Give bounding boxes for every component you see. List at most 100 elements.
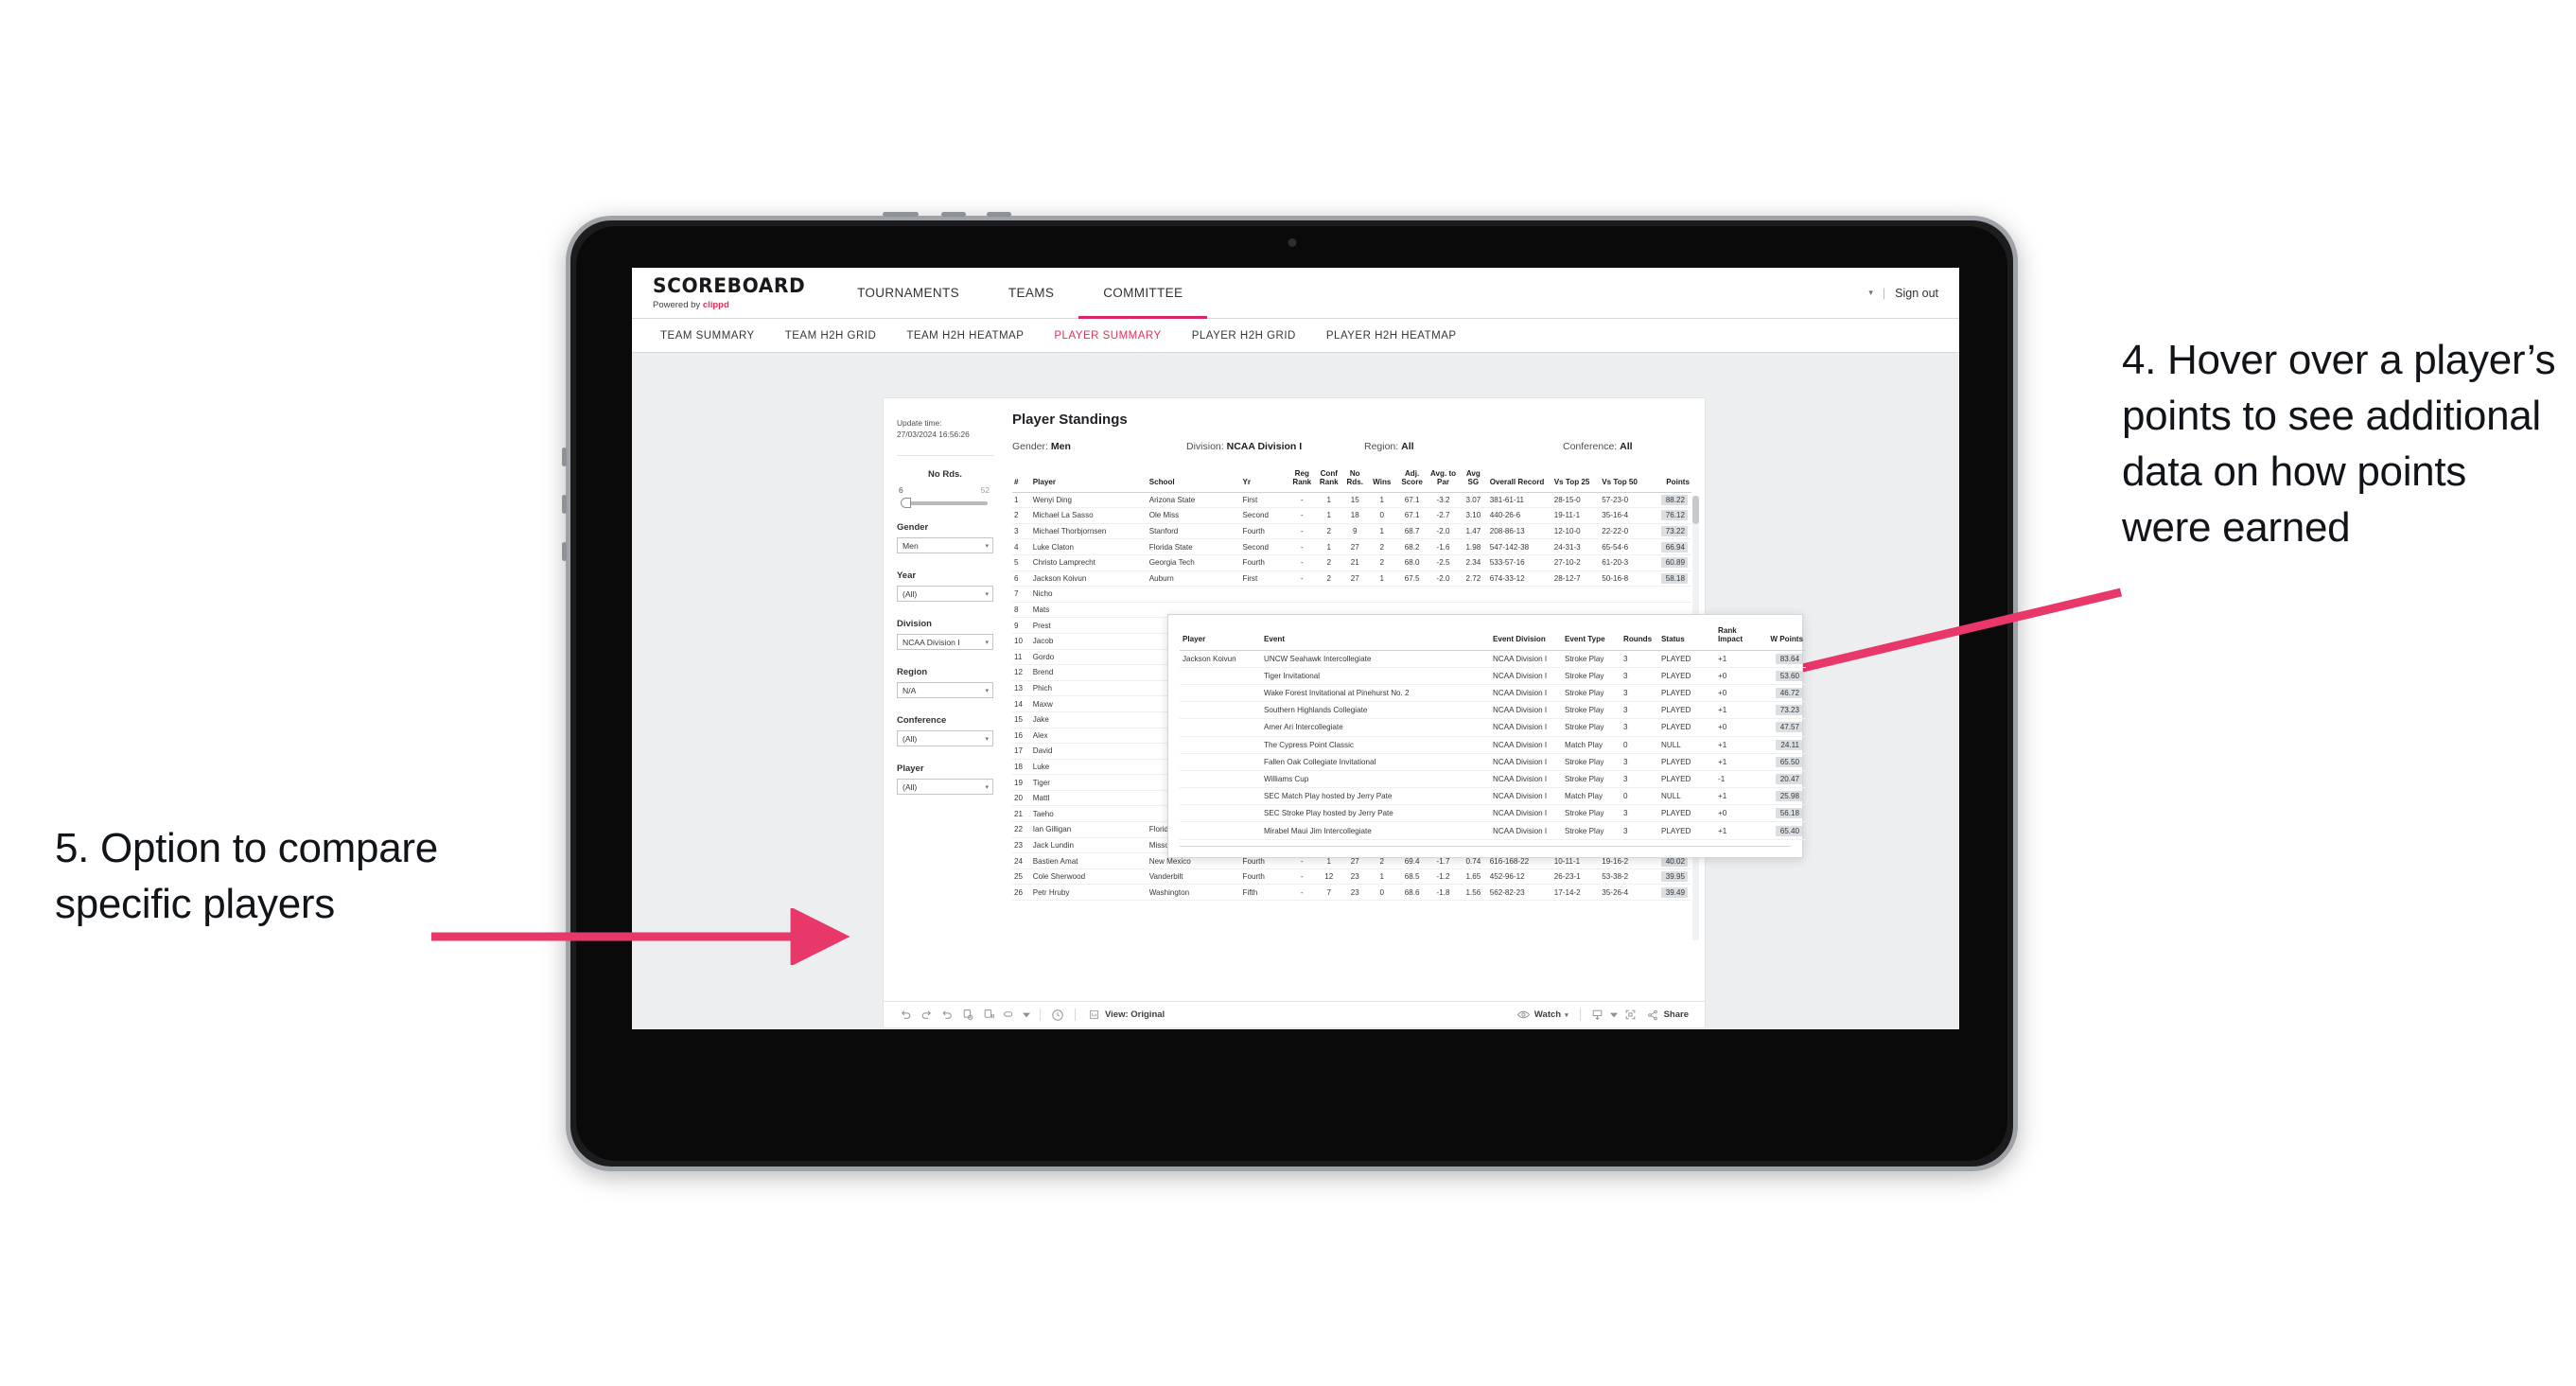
col-no-rds[interactable]: No Rds. bbox=[1342, 465, 1368, 493]
brand-logo[interactable]: SCOREBOARD Powered by clippd bbox=[632, 268, 832, 318]
fullscreen-icon[interactable] bbox=[1621, 1007, 1641, 1024]
scrollbar-thumb[interactable] bbox=[1692, 496, 1699, 524]
filter-year-select[interactable]: (All) ▾ bbox=[897, 586, 993, 603]
col-points[interactable]: Points bbox=[1647, 465, 1691, 493]
update-time-label: Update time: bbox=[897, 418, 942, 428]
table-row[interactable]: 25 Cole Sherwood Vanderbilt Fourth -12 23 1 68.… bbox=[1012, 868, 1691, 886]
tt-type-cell: Stroke Play bbox=[1562, 770, 1621, 789]
side-button[interactable] bbox=[562, 542, 567, 561]
points-tooltip: Player Event Event Division Event Type R… bbox=[1167, 614, 1806, 858]
no-rounds-slider[interactable]: No Rds. 6 52 bbox=[897, 469, 993, 509]
adj-score-cell: 67.1 bbox=[1396, 492, 1428, 509]
player-cell: Cole Sherwood bbox=[1030, 868, 1148, 886]
volume-up-button[interactable] bbox=[562, 447, 567, 466]
download-chevron-down-icon[interactable] bbox=[1608, 1007, 1621, 1024]
refresh-icon[interactable] bbox=[957, 1007, 978, 1024]
watch-button[interactable]: Watch ▾ bbox=[1512, 1007, 1573, 1024]
sign-out-button[interactable]: Sign out bbox=[1895, 287, 1938, 300]
pause-icon[interactable] bbox=[978, 1007, 999, 1024]
tab-player-h2h-grid[interactable]: PLAYER H2H GRID bbox=[1177, 330, 1311, 342]
points-cell[interactable]: 39.95 bbox=[1647, 868, 1691, 886]
col-avg-sg[interactable]: Avg SG bbox=[1458, 465, 1488, 493]
col-rank[interactable]: # bbox=[1012, 465, 1031, 493]
tab-team-summary[interactable]: TEAM SUMMARY bbox=[645, 330, 770, 342]
toolbar-chevron-down-icon[interactable] bbox=[1020, 1007, 1033, 1024]
nav-teams[interactable]: TEAMS bbox=[984, 268, 1078, 318]
tt-player-cell bbox=[1180, 804, 1261, 823]
tt-type-cell: Stroke Play bbox=[1562, 753, 1621, 771]
points-value: 39.49 bbox=[1660, 886, 1688, 898]
filter-region-select[interactable]: N/A ▾ bbox=[897, 682, 993, 699]
col-reg-rank[interactable]: Reg Rank bbox=[1288, 465, 1316, 493]
tt-w-points-value: 83.64 bbox=[1775, 653, 1802, 664]
tooltip-row: Williams Cup NCAA Division I Stroke Play 3 P… bbox=[1180, 770, 1806, 789]
col-conf-rank[interactable]: Conf Rank bbox=[1315, 465, 1343, 493]
vs-top-50-cell: 57-23-0 bbox=[1600, 492, 1648, 509]
table-row[interactable]: 3 Michael Thorbjornsen Stanford Fourth -2 9 1 6… bbox=[1012, 523, 1691, 540]
col-overall-record[interactable]: Overall Record bbox=[1487, 465, 1552, 493]
col-avg-to-par[interactable]: Avg. to Par bbox=[1428, 465, 1459, 493]
tt-rank-impact-cell: -1 bbox=[1715, 770, 1759, 789]
points-cell[interactable]: 39.49 bbox=[1647, 884, 1691, 902]
revert-icon[interactable] bbox=[937, 1007, 957, 1024]
rank-cell: 24 bbox=[1012, 852, 1031, 869]
points-cell[interactable]: 88.22 bbox=[1647, 492, 1691, 509]
table-row[interactable]: 1 Wenyi Ding Arizona State First -1 15 1 67.1 -3… bbox=[1012, 492, 1691, 509]
table-row[interactable]: 4 Luke Claton Florida State Second -1 27 2 68.2… bbox=[1012, 538, 1691, 555]
no-rds-cell: 18 bbox=[1342, 507, 1368, 524]
account-chevron-down-icon[interactable]: ▾ bbox=[1868, 288, 1873, 298]
tooltip-row: SEC Match Play hosted by Jerry Pate NCAA … bbox=[1180, 787, 1806, 806]
tab-team-h2h-grid[interactable]: TEAM H2H GRID bbox=[770, 330, 892, 342]
table-row[interactable]: 2 Michael La Sasso Ole Miss Second -1 18 0 67.1… bbox=[1012, 507, 1691, 524]
overall-cell: 533-57-16 bbox=[1487, 554, 1552, 571]
undo-icon[interactable] bbox=[895, 1007, 916, 1024]
col-yr[interactable]: Yr bbox=[1240, 465, 1288, 493]
tt-player-cell bbox=[1180, 753, 1261, 771]
points-cell[interactable]: 66.94 bbox=[1647, 538, 1691, 555]
points-cell[interactable]: 58.18 bbox=[1647, 570, 1691, 588]
col-school[interactable]: School bbox=[1147, 465, 1241, 493]
slider-handle[interactable] bbox=[901, 498, 911, 509]
nav-tournaments[interactable]: TOURNAMENTS bbox=[832, 268, 984, 318]
table-row[interactable]: 26 Petr Hruby Washington Fifth -7 23 0 68.6 -1.8… bbox=[1012, 884, 1691, 902]
nav-committee[interactable]: COMMITTEE bbox=[1078, 268, 1208, 319]
pause-auto-update-icon[interactable] bbox=[1047, 1007, 1068, 1024]
top-button-3[interactable] bbox=[987, 212, 1011, 217]
download-icon[interactable] bbox=[1587, 1007, 1608, 1024]
table-row[interactable]: 5 Christo Lamprecht Georgia Tech Fourth -2 21… bbox=[1012, 554, 1691, 571]
filter-conference-select[interactable]: (All) ▾ bbox=[897, 730, 993, 747]
table-row[interactable]: 7 Nicho bbox=[1012, 586, 1691, 603]
col-player[interactable]: Player bbox=[1030, 465, 1148, 493]
col-wins[interactable]: Wins bbox=[1367, 465, 1397, 493]
slider-track[interactable] bbox=[901, 498, 988, 509]
filter-player-select[interactable]: (All) ▾ bbox=[897, 779, 993, 796]
points-cell[interactable]: 76.12 bbox=[1647, 507, 1691, 524]
filter-division-select[interactable]: NCAA Division I ▾ bbox=[897, 634, 993, 651]
points-cell[interactable]: 60.89 bbox=[1647, 554, 1691, 571]
col-vs-top-50[interactable]: Vs Top 50 bbox=[1600, 465, 1648, 493]
tab-team-h2h-heatmap[interactable]: TEAM H2H HEATMAP bbox=[891, 330, 1039, 342]
tab-player-summary[interactable]: PLAYER SUMMARY bbox=[1039, 330, 1176, 342]
filter-player-value: (All) bbox=[902, 781, 918, 792]
col-vs-top-25[interactable]: Vs Top 25 bbox=[1551, 465, 1601, 493]
share-button[interactable]: Share bbox=[1641, 1007, 1693, 1024]
tt-rank-impact-cell: +0 bbox=[1715, 718, 1759, 737]
view-original-button[interactable]: View: Original bbox=[1082, 1007, 1169, 1024]
filter-gender-select[interactable]: Men ▾ bbox=[897, 537, 993, 554]
top-button-1[interactable] bbox=[883, 212, 919, 217]
tab-player-h2h-heatmap[interactable]: PLAYER H2H HEATMAP bbox=[1311, 330, 1472, 342]
filter-gender-value: Men bbox=[902, 540, 919, 551]
volume-down-button[interactable] bbox=[562, 495, 567, 514]
top-button-2[interactable] bbox=[941, 212, 966, 217]
table-row[interactable]: 6 Jackson Koivun Auburn First -2 27 1 67.5 -2.0 2… bbox=[1012, 570, 1691, 588]
vs-top-25-cell: 28-12-7 bbox=[1551, 570, 1601, 588]
points-cell[interactable] bbox=[1647, 586, 1691, 603]
alerts-icon[interactable] bbox=[999, 1007, 1020, 1024]
col-adj-score[interactable]: Adj. Score bbox=[1396, 465, 1428, 493]
avg-to-par-cell bbox=[1428, 586, 1459, 603]
no-rounds-range: 6 52 bbox=[897, 485, 993, 498]
redo-icon[interactable] bbox=[916, 1007, 937, 1024]
points-cell[interactable]: 73.22 bbox=[1647, 523, 1691, 540]
vs-top-25-cell: 26-23-1 bbox=[1551, 868, 1601, 886]
rank-cell: 21 bbox=[1012, 805, 1031, 823]
